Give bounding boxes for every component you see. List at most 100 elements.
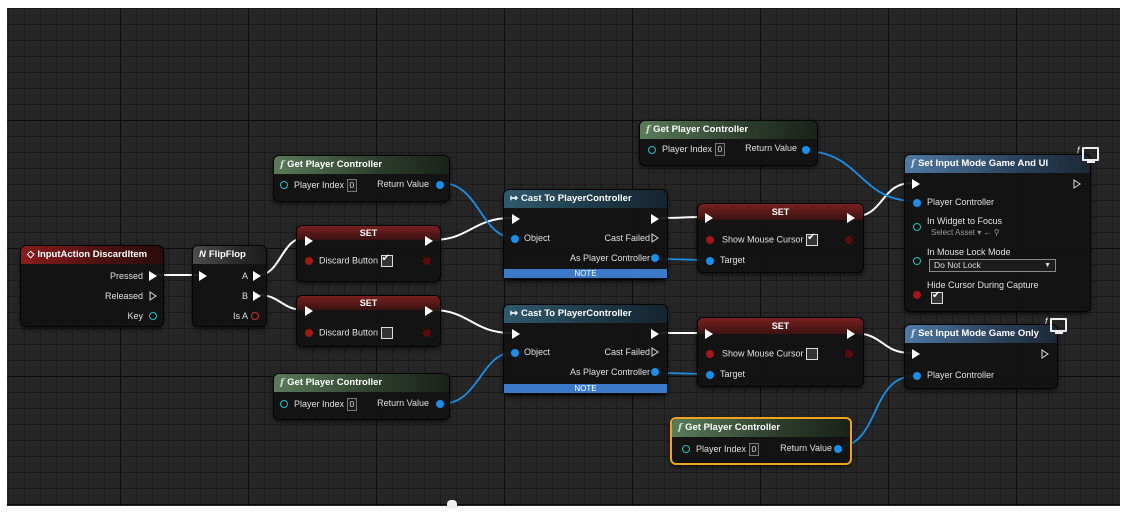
set-discard-1-exec-in[interactable] bbox=[305, 236, 313, 246]
get-player-controller-node-3[interactable]: f Get Player Controller Player Index 0 Re… bbox=[273, 373, 450, 420]
input-only-title: Set Input Mode Game Only bbox=[918, 328, 1039, 339]
set-discard-2-exec-in[interactable] bbox=[305, 306, 313, 316]
cast-2-exec-out[interactable] bbox=[651, 329, 659, 339]
flipflop-b-pin[interactable] bbox=[253, 291, 261, 301]
set-discard-node-1[interactable]: SET Discard Button bbox=[296, 225, 441, 282]
cast-1-as-pc-pin[interactable] bbox=[651, 254, 659, 262]
cast-1-failed-pin[interactable] bbox=[651, 233, 660, 243]
input-only-pc-pin[interactable] bbox=[913, 372, 921, 380]
set-discard-2-out[interactable] bbox=[423, 329, 431, 337]
set-discard-node-2[interactable]: SET Discard Button bbox=[296, 295, 441, 347]
get-pc-3-title: Get Player Controller bbox=[287, 377, 383, 388]
input-ui-lock-pin[interactable] bbox=[913, 257, 921, 265]
cast-2-failed-pin[interactable] bbox=[651, 347, 660, 357]
set-mouse-2-header[interactable]: SET bbox=[698, 318, 863, 334]
set-discard-1-out[interactable] bbox=[423, 257, 431, 265]
show-mouse-cursor-checkbox-2[interactable] bbox=[806, 348, 819, 360]
player-index-field-3[interactable]: 0 bbox=[346, 398, 358, 411]
input-ui-widget-pin[interactable] bbox=[913, 223, 921, 231]
player-index-field-2[interactable]: 0 bbox=[714, 143, 726, 156]
return-value-pin-4[interactable] bbox=[834, 445, 842, 453]
set-mouse-1-target-pin[interactable] bbox=[706, 257, 714, 265]
input-ui-pc-pin[interactable] bbox=[913, 199, 921, 207]
set-input-mode-game-and-ui-node[interactable]: f Set Input Mode Game And UI Player Contr… bbox=[904, 154, 1091, 312]
set-discard-2-header[interactable]: SET bbox=[297, 296, 440, 310]
pressed-pin-label: Pressed bbox=[109, 271, 143, 281]
set-discard-2-pin[interactable] bbox=[305, 329, 313, 337]
set-mouse-2-exec-out[interactable] bbox=[847, 329, 855, 339]
get-pc-1-header[interactable]: f Get Player Controller bbox=[274, 156, 449, 174]
set-mouse-cursor-node-2[interactable]: SET Show Mouse Cursor Target bbox=[697, 317, 864, 387]
set-mouse-2-target-pin[interactable] bbox=[706, 371, 714, 379]
discard-button-checkbox-2[interactable] bbox=[380, 327, 393, 339]
flipflop-header[interactable]: N FlipFlop bbox=[193, 246, 266, 264]
input-action-header[interactable]: ◇ InputAction DiscardItem bbox=[21, 246, 163, 264]
mouse-lock-mode-dropdown[interactable]: Do Not Lock bbox=[929, 259, 1056, 272]
cast-2-note[interactable]: NOTE bbox=[504, 384, 667, 393]
cast-1-object-pin[interactable] bbox=[511, 235, 519, 243]
input-ui-hide-pin[interactable] bbox=[913, 291, 921, 299]
get-pc-3-header[interactable]: f Get Player Controller bbox=[274, 374, 449, 392]
cast-2-object-pin[interactable] bbox=[511, 349, 519, 357]
set-discard-2-exec-out[interactable] bbox=[425, 306, 433, 316]
cast-1-note[interactable]: NOTE bbox=[504, 269, 667, 278]
set-mouse-1-exec-out[interactable] bbox=[847, 213, 855, 223]
get-pc-2-header[interactable]: f Get Player Controller bbox=[640, 121, 817, 139]
cast-1-exec-out[interactable] bbox=[651, 214, 659, 224]
cast-2-as-pc-pin[interactable] bbox=[651, 368, 659, 376]
set-mouse-1-exec-in[interactable] bbox=[705, 213, 713, 223]
player-index-field-4[interactable]: 0 bbox=[748, 443, 760, 456]
key-pin[interactable] bbox=[149, 312, 157, 320]
set-mouse-2-exec-in[interactable] bbox=[705, 329, 713, 339]
input-action-node[interactable]: ◇ InputAction DiscardItem Pressed Release… bbox=[20, 245, 164, 327]
get-player-controller-node-1[interactable]: f Get Player Controller Player Index 0 Re… bbox=[273, 155, 450, 202]
get-player-controller-node-2[interactable]: f Get Player Controller Player Index 0 Re… bbox=[639, 120, 818, 166]
input-only-exec-in[interactable] bbox=[912, 349, 920, 359]
discard-button-checkbox-1[interactable] bbox=[380, 253, 393, 267]
function-icon: f bbox=[911, 328, 916, 339]
input-ui-exec-in[interactable] bbox=[912, 179, 920, 189]
cast-2-title: Cast To PlayerController bbox=[520, 308, 632, 319]
cast-to-playercontroller-node-2[interactable]: ↦ Cast To PlayerController Object Cast Fa… bbox=[503, 304, 668, 395]
input-ui-exec-out[interactable] bbox=[1073, 179, 1082, 189]
input-ui-header[interactable]: f Set Input Mode Game And UI bbox=[905, 155, 1090, 173]
get-player-controller-node-4[interactable]: f Get Player Controller Player Index 0 Re… bbox=[670, 417, 852, 465]
cast-1-exec-in[interactable] bbox=[512, 214, 520, 224]
set-mouse-1-header[interactable]: SET bbox=[698, 204, 863, 220]
set-mouse-1-pin[interactable] bbox=[706, 236, 714, 244]
pressed-exec-pin[interactable] bbox=[149, 271, 157, 281]
blueprint-graph[interactable]: ◇ InputAction DiscardItem Pressed Release… bbox=[0, 0, 1127, 513]
set-discard-1-exec-out[interactable] bbox=[425, 236, 433, 246]
flipflop-exec-in[interactable] bbox=[199, 271, 207, 281]
player-index-pin-3[interactable] bbox=[280, 400, 288, 408]
cast-1-header[interactable]: ↦ Cast To PlayerController bbox=[504, 190, 667, 208]
player-index-pin-2[interactable] bbox=[648, 146, 656, 154]
flipflop-node[interactable]: N FlipFlop A B Is A bbox=[192, 245, 267, 327]
player-index-pin-4[interactable] bbox=[682, 445, 690, 453]
input-only-exec-out[interactable] bbox=[1041, 349, 1050, 359]
set-input-mode-game-only-node[interactable]: f Set Input Mode Game Only Player Control… bbox=[904, 324, 1058, 389]
player-index-field[interactable]: 0 bbox=[346, 179, 358, 192]
player-index-pin[interactable] bbox=[280, 181, 288, 189]
set-mouse-2-out[interactable] bbox=[845, 350, 853, 358]
set-mouse-2-pin[interactable] bbox=[706, 350, 714, 358]
cast-2-exec-in[interactable] bbox=[512, 329, 520, 339]
return-value-pin-3[interactable] bbox=[436, 400, 444, 408]
return-value-pin-2[interactable] bbox=[802, 146, 810, 154]
input-ui-widget-picker[interactable]: Select Asset ▾ ← ⚲ bbox=[931, 228, 1000, 237]
cast-to-playercontroller-node-1[interactable]: ↦ Cast To PlayerController Object Cast Fa… bbox=[503, 189, 668, 280]
set-mouse-cursor-node-1[interactable]: SET Show Mouse Cursor Target bbox=[697, 203, 864, 273]
hide-cursor-checkbox[interactable] bbox=[931, 290, 943, 304]
return-value-pin[interactable] bbox=[436, 181, 444, 189]
cast-2-header[interactable]: ↦ Cast To PlayerController bbox=[504, 305, 667, 323]
get-pc-4-header[interactable]: f Get Player Controller bbox=[672, 419, 850, 437]
set-mouse-1-out[interactable] bbox=[845, 236, 853, 244]
set-discard-1-header[interactable]: SET bbox=[297, 226, 440, 240]
set-discard-1-pin[interactable] bbox=[305, 257, 313, 265]
input-only-header[interactable]: f Set Input Mode Game Only bbox=[905, 325, 1057, 343]
released-exec-pin[interactable] bbox=[149, 291, 158, 301]
flipflop-a-pin[interactable] bbox=[253, 271, 261, 281]
show-mouse-cursor-checkbox-1[interactable] bbox=[806, 232, 819, 246]
flipflop-isa-pin[interactable] bbox=[251, 312, 259, 320]
show-mouse-cursor-label-2: Show Mouse Cursor bbox=[722, 348, 819, 360]
